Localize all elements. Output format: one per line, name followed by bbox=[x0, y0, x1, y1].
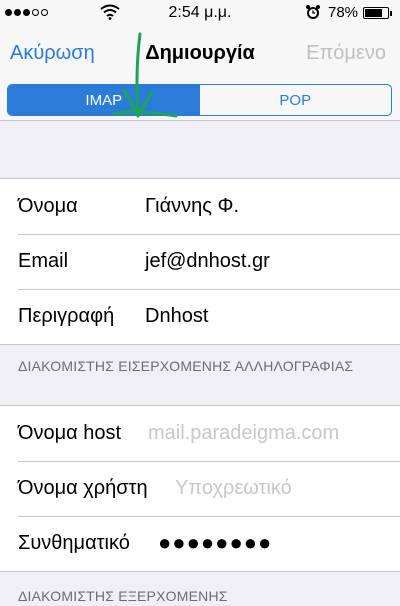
segment-imap[interactable]: IMAP bbox=[8, 85, 200, 115]
protocol-selector-bar: IMAP POP bbox=[0, 80, 400, 121]
username-field[interactable]: Υποχρεωτικό bbox=[175, 477, 292, 500]
email-field[interactable]: jef@dnhost.gr bbox=[145, 250, 270, 273]
account-info-group: Όνομα Γιάννης Φ. Email jef@dnhost.gr Περ… bbox=[0, 178, 400, 345]
password-row[interactable]: Συνθηματικό ●●●●●●●● bbox=[0, 516, 400, 571]
battery-level-fill bbox=[365, 9, 383, 17]
host-field[interactable]: mail.paradeigma.com bbox=[148, 422, 339, 445]
username-row[interactable]: Όνομα χρήστη Υποχρεωτικό bbox=[0, 461, 400, 516]
name-label: Όνομα bbox=[18, 195, 78, 217]
password-label: Συνθηματικό bbox=[18, 532, 130, 554]
description-label: Περιγραφή bbox=[18, 305, 115, 327]
description-field[interactable]: Dnhost bbox=[145, 305, 208, 328]
host-row[interactable]: Όνομα host mail.paradeigma.com bbox=[0, 406, 400, 461]
description-row[interactable]: Περιγραφή Dnhost bbox=[0, 289, 400, 344]
username-label: Όνομα χρήστη bbox=[18, 477, 148, 499]
status-bar: 2:54 μ.μ. 78% bbox=[0, 0, 400, 26]
battery-percent: 78% bbox=[328, 4, 359, 21]
next-button[interactable]: Επόμενο bbox=[306, 42, 386, 65]
alarm-icon bbox=[306, 5, 320, 19]
battery-icon bbox=[363, 7, 389, 19]
protocol-segmented-control: IMAP POP bbox=[7, 84, 392, 116]
navigation-bar: Ακύρωση Δημιουργία Επόμενο bbox=[0, 26, 400, 80]
name-field[interactable]: Γιάννης Φ. bbox=[145, 195, 239, 218]
incoming-server-group: Όνομα host mail.paradeigma.com Όνομα χρή… bbox=[0, 405, 400, 572]
segment-pop[interactable]: POP bbox=[200, 85, 392, 115]
name-row[interactable]: Όνομα Γιάννης Φ. bbox=[0, 179, 400, 234]
password-field[interactable]: ●●●●●●●● bbox=[158, 530, 272, 556]
incoming-server-header: ΔΙΑΚΟΜΙΣΤΗΣ ΕΙΣΕΡΧΟΜΕΝΗΣ ΑΛΛΗΛΟΓΡΑΦΙΑΣ bbox=[18, 358, 354, 374]
battery-tip bbox=[390, 11, 392, 16]
outgoing-server-header: ΔΙΑΚΟΜΙΣΤΗΣ ΕΞΕΡΧΟΜΕΝΗΣ bbox=[18, 588, 228, 604]
email-label: Email bbox=[18, 250, 69, 272]
email-row[interactable]: Email jef@dnhost.gr bbox=[0, 234, 400, 289]
host-label: Όνομα host bbox=[18, 422, 122, 444]
